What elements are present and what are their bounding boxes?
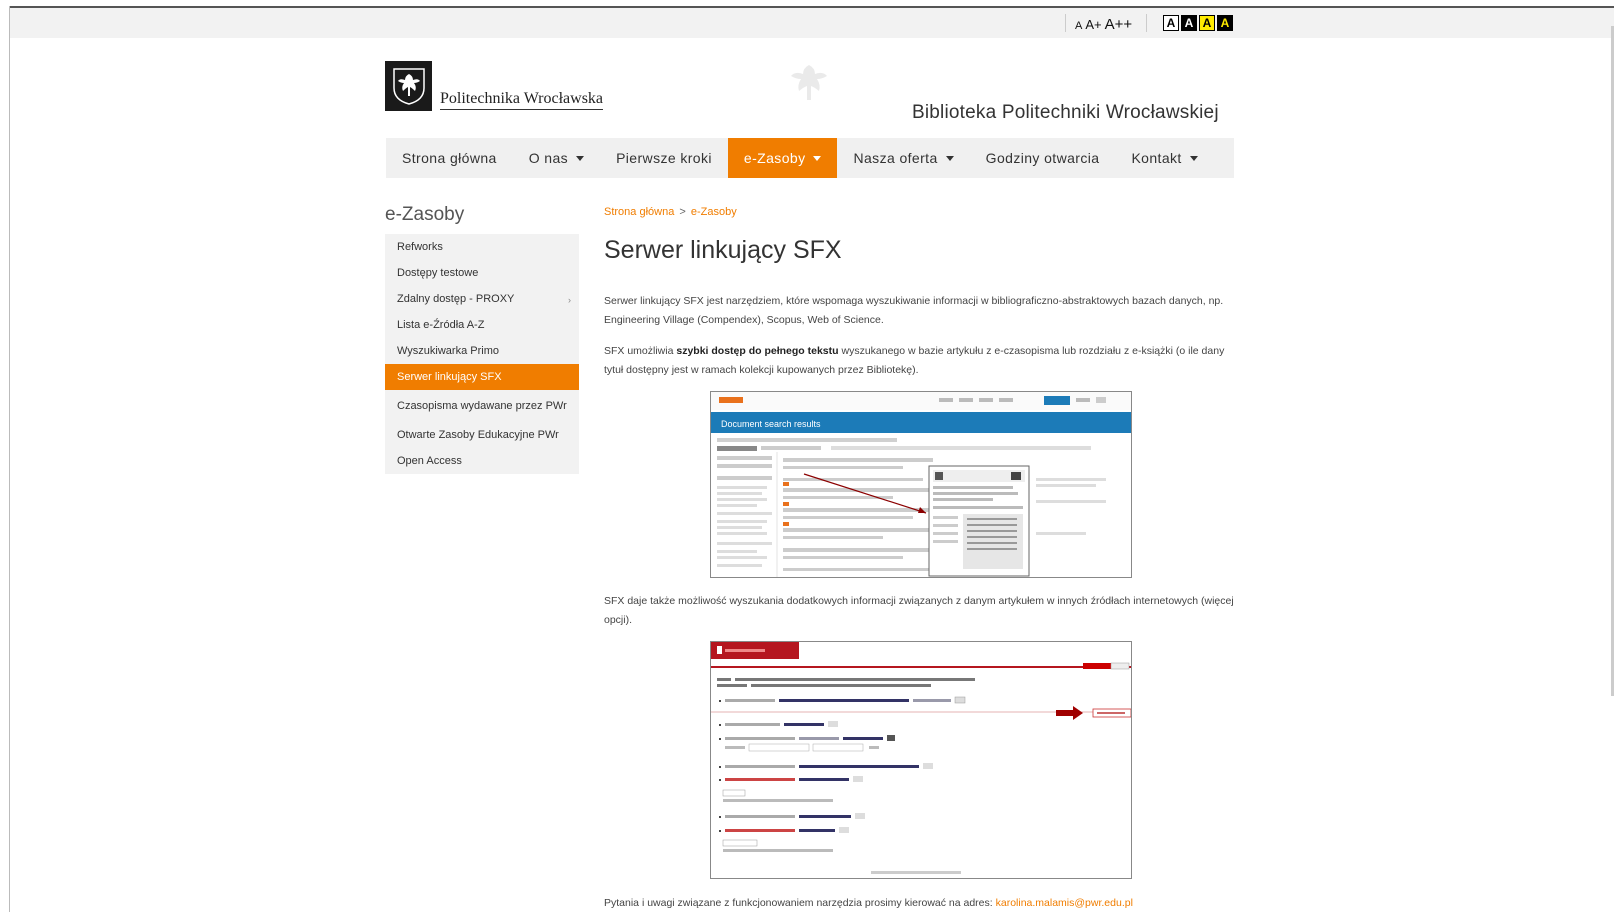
nav-item-home[interactable]: Strona główna [386, 138, 513, 178]
sidebar-item-journals[interactable]: Czasopisma wydawane przez PWr [385, 390, 579, 422]
nav-item-about[interactable]: O nas [513, 138, 600, 178]
font-large-button[interactable]: A++ [1105, 16, 1133, 33]
nav-item-contact[interactable]: Kontakt [1115, 138, 1213, 178]
sidebar-item-refworks[interactable]: Refworks [385, 234, 579, 260]
breadcrumb-separator: > [679, 206, 686, 218]
paragraph-text: Pytania i uwagi związane z funkcjonowani… [604, 897, 996, 909]
university-logo[interactable] [385, 61, 432, 111]
sidebar-item-e-sources-list[interactable]: Lista e-Źródła A-Z [385, 312, 579, 338]
caret-down-icon [945, 155, 954, 161]
more-options-paragraph: SFX daje także możliwość wyszukania doda… [604, 595, 1234, 626]
window-left-border [9, 6, 10, 912]
intro-paragraph: Serwer linkujący SFX jest narzędziem, kt… [604, 295, 1224, 326]
breadcrumb: Strona główna > e-Zasoby [604, 206, 737, 218]
scopus-screenshot-image: Document search results [710, 391, 1132, 578]
sidebar-item-sfx[interactable]: Serwer linkujący SFX [385, 364, 579, 390]
nav-item-label: Pierwsze kroki [616, 150, 712, 166]
sidebar-item-primo[interactable]: Wyszukiwarka Primo [385, 338, 579, 364]
sidebar-item-test-access[interactable]: Dostępy testowe [385, 260, 579, 286]
toolbar-separator [1065, 14, 1066, 32]
contrast-controls: A A A A [1163, 15, 1233, 31]
sfx-menu-screenshot-drawing [711, 642, 1131, 874]
font-small-button[interactable]: A [1075, 20, 1082, 32]
sidebar-menu: Refworks Dostępy testowe Zdalny dostęp -… [385, 234, 579, 474]
accessibility-bar [10, 8, 1614, 38]
nav-item-label: Godziny otwarcia [985, 150, 1100, 166]
sidebar-title: e-Zasoby [385, 204, 465, 225]
sfx-menu-screenshot-image [710, 641, 1132, 879]
nav-item-label: O nas [528, 150, 569, 166]
nav-item-label: Kontakt [1131, 150, 1182, 166]
screenshot-caption: Document search results [721, 419, 821, 429]
paragraph-text: SFX umożliwia [604, 345, 677, 357]
caret-down-icon [576, 155, 585, 161]
caret-down-icon [1189, 155, 1198, 161]
main-navigation: Strona główna O nas Pierwsze kroki e-Zas… [386, 138, 1234, 178]
sidebar-item-open-access[interactable]: Open Access [385, 448, 579, 474]
eagle-shield-icon [392, 68, 425, 105]
nav-item-e-resources[interactable]: e-Zasoby [727, 138, 838, 178]
nav-item-label: Strona główna [402, 150, 497, 166]
nav-item-label: e-Zasoby [743, 150, 806, 166]
page-title: Serwer linkujący SFX [604, 236, 842, 264]
nav-item-offer[interactable]: Nasza oferta [837, 138, 969, 178]
caret-down-icon [813, 155, 822, 161]
library-title: Biblioteka Politechniki Wrocławskiej [912, 102, 1219, 123]
toolbar-separator [1146, 14, 1147, 32]
breadcrumb-current-link[interactable]: e-Zasoby [691, 206, 737, 218]
nav-item-label: Nasza oferta [853, 150, 938, 166]
fulltext-paragraph: SFX umożliwia szybki dostęp do pełnego t… [604, 342, 1234, 380]
contrast-black-white-button[interactable]: A [1181, 15, 1197, 31]
font-size-controls: A A+ A++ [1075, 16, 1132, 33]
contact-email-link[interactable]: karolina.malamis@pwr.edu.pl [996, 897, 1133, 909]
university-name[interactable]: Politechnika Wrocławska [440, 90, 604, 110]
nav-item-first-steps[interactable]: Pierwsze kroki [600, 138, 728, 178]
eagle-watermark-icon [791, 65, 827, 100]
contrast-black-yellow-button[interactable]: A [1217, 15, 1233, 31]
scopus-screenshot-drawing: Document search results [711, 392, 1131, 577]
font-medium-button[interactable]: A+ [1085, 17, 1101, 32]
sidebar-item-oer[interactable]: Otwarte Zasoby Edukacyjne PWr [385, 422, 579, 448]
nav-item-opening-hours[interactable]: Godziny otwarcia [970, 138, 1116, 178]
contrast-default-button[interactable]: A [1163, 15, 1179, 31]
contact-paragraph: Pytania i uwagi związane z funkcjonowani… [604, 894, 1234, 912]
paragraph-bold-text: szybki dostęp do pełnego tekstu [676, 345, 839, 357]
breadcrumb-home-link[interactable]: Strona główna [604, 206, 674, 218]
sidebar-item-proxy[interactable]: Zdalny dostęp - PROXY › [385, 286, 579, 312]
chevron-right-icon: › [568, 295, 571, 305]
contrast-yellow-black-button[interactable]: A [1199, 15, 1215, 31]
sidebar-item-label: Zdalny dostęp - PROXY [397, 293, 515, 305]
